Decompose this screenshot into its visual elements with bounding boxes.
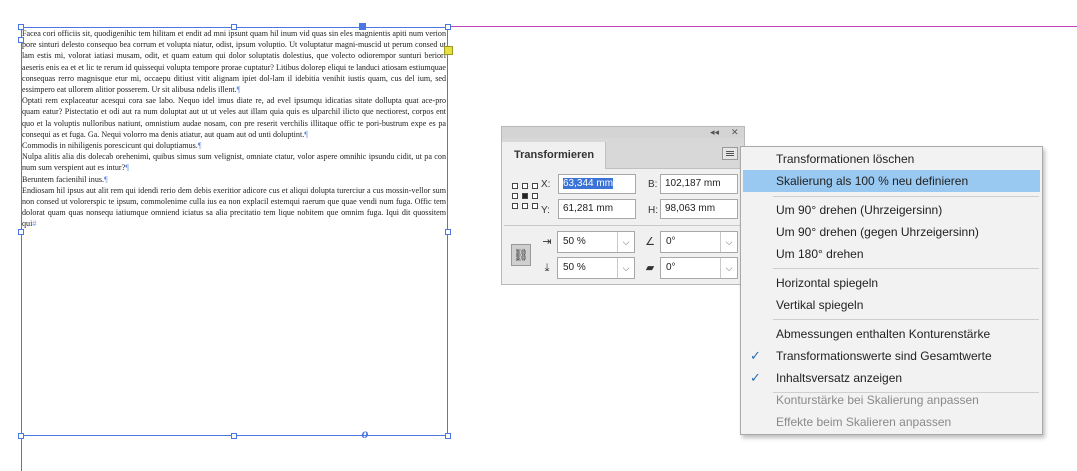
panel-menu-button[interactable] [722, 147, 738, 160]
paragraph: Optati rem explaceatur acesqui cora sae … [22, 96, 446, 139]
scale-y-combo[interactable]: 50 % ⌵ [557, 257, 635, 279]
paragraph: Endiosam hil ipsus aut alit rem qui iden… [22, 185, 446, 229]
resize-handle-bottom-left[interactable] [18, 433, 24, 439]
menu-item-clear-transformations[interactable]: Transformationen löschen [743, 148, 1040, 170]
check-icon: ✓ [750, 348, 761, 363]
pilcrow-mark: ¶ [197, 141, 202, 151]
menu-item-rotate-180[interactable]: Um 180° drehen [743, 243, 1040, 265]
scale-x-icon: ⇥ [542, 236, 552, 248]
reference-point-icon[interactable] [512, 183, 538, 209]
menu-item-rotate-ccw[interactable]: Um 90° drehen (gegen Uhrzeigersinn) [743, 221, 1040, 243]
shear-angle-combo[interactable]: 0° ⌵ [660, 257, 738, 279]
menu-item-redefine-scaling[interactable]: Skalierung als 100 % neu definieren [743, 170, 1040, 192]
x-position-field[interactable]: 63,344 mm [558, 174, 636, 194]
pilcrow-mark: ¶ [125, 163, 129, 173]
resize-handle-bottom-right[interactable] [445, 433, 451, 439]
resize-handle-top-left[interactable] [18, 24, 24, 30]
chevron-down-icon[interactable]: ⌵ [720, 232, 737, 252]
chevron-down-icon[interactable]: ⌵ [617, 232, 634, 252]
menu-item-rotate-cw[interactable]: Um 90° drehen (Uhrzeigersinn) [743, 199, 1040, 221]
collapse-icon[interactable]: ◂◂ [710, 127, 719, 138]
scale-x-combo[interactable]: 50 % ⌵ [557, 231, 635, 253]
menu-item-adjust-stroke-weight[interactable]: Konturstärke bei Skalierung anpassen [743, 389, 1040, 411]
height-field[interactable]: 98,063 mm [660, 199, 738, 219]
close-icon[interactable]: ✕ [731, 127, 739, 138]
width-label: B: [648, 179, 658, 190]
in-port[interactable] [18, 37, 24, 43]
paragraph: Nulpa alitis alia dis dolecab orehenimi,… [22, 152, 446, 173]
menu-item-show-content-offset[interactable]: ✓ Inhaltsversatz anzeigen [743, 367, 1040, 389]
height-label: H: [648, 205, 658, 216]
end-of-story-mark: # [32, 219, 37, 229]
x-label: X: [541, 179, 551, 190]
constrain-proportions-icon[interactable]: ⛓ [511, 244, 531, 266]
menu-item-transform-values-total[interactable]: ✓ Transformationswerte sind Gesamtwerte [743, 345, 1040, 367]
y-label: Y: [541, 205, 550, 216]
resize-handle-left[interactable] [18, 229, 24, 235]
resize-handle-top[interactable] [231, 24, 237, 30]
chevron-down-icon[interactable]: ⌵ [720, 258, 737, 278]
pilcrow-mark: ¶ [236, 85, 241, 95]
rotate-icon: ∠ [645, 236, 655, 248]
rotation-angle-combo[interactable]: 0° ⌵ [660, 231, 738, 253]
panel-titlebar[interactable]: ◂◂ ✕ [502, 127, 744, 138]
selection-center-point[interactable] [359, 23, 366, 30]
y-position-field[interactable]: 61,281 mm [558, 199, 636, 219]
paragraph: Beruntem facienihil inus.¶ [22, 174, 108, 184]
resize-handle-top-right[interactable] [445, 24, 451, 30]
transform-panel: ◂◂ ✕ Transformieren X: 63,344 mm B: 102,… [501, 126, 745, 285]
menu-item-flip-vertical[interactable]: Vertikal spiegeln [743, 294, 1040, 316]
resize-handle-bottom[interactable] [231, 433, 237, 439]
pilcrow-mark: ¶ [104, 174, 108, 184]
menu-separator [773, 268, 1039, 269]
paragraph: Commodis in nihiligenis porescicunt qui … [22, 141, 202, 151]
menu-separator [773, 319, 1039, 320]
text-story[interactable]: Facea cori officiis sit, quodigenihic te… [22, 28, 446, 230]
menu-item-adjust-effects[interactable]: Effekte beim Skalieren anpassen [743, 411, 1040, 433]
menu-item-dimensions-include-stroke[interactable]: Abmessungen enthalten Konturenstärke [743, 323, 1040, 345]
horizontal-guide[interactable] [448, 26, 1077, 27]
check-icon: ✓ [750, 370, 761, 385]
pilcrow-mark: ¶ [304, 129, 308, 139]
menu-item-flip-horizontal[interactable]: Horizontal spiegeln [743, 272, 1040, 294]
chevron-down-icon[interactable]: ⌵ [617, 258, 634, 278]
vertical-guide[interactable] [21, 436, 22, 471]
width-field[interactable]: 102,187 mm [660, 174, 738, 194]
scale-y-icon: ⤓ [544, 262, 550, 274]
resize-handle-right[interactable] [445, 229, 451, 235]
divider [504, 225, 742, 226]
paragraph: Facea cori officiis sit, quodigenihic te… [22, 29, 446, 95]
menu-separator [773, 196, 1039, 197]
overset-indicator[interactable] [444, 46, 453, 55]
panel-tab-row: Transformieren [502, 138, 744, 169]
out-port-icon[interactable]: o [358, 428, 372, 442]
shear-icon: ▰ [645, 262, 655, 274]
panel-flyout-menu: Transformationen löschen Skalierung als … [740, 146, 1043, 435]
tab-transform[interactable]: Transformieren [502, 142, 606, 169]
